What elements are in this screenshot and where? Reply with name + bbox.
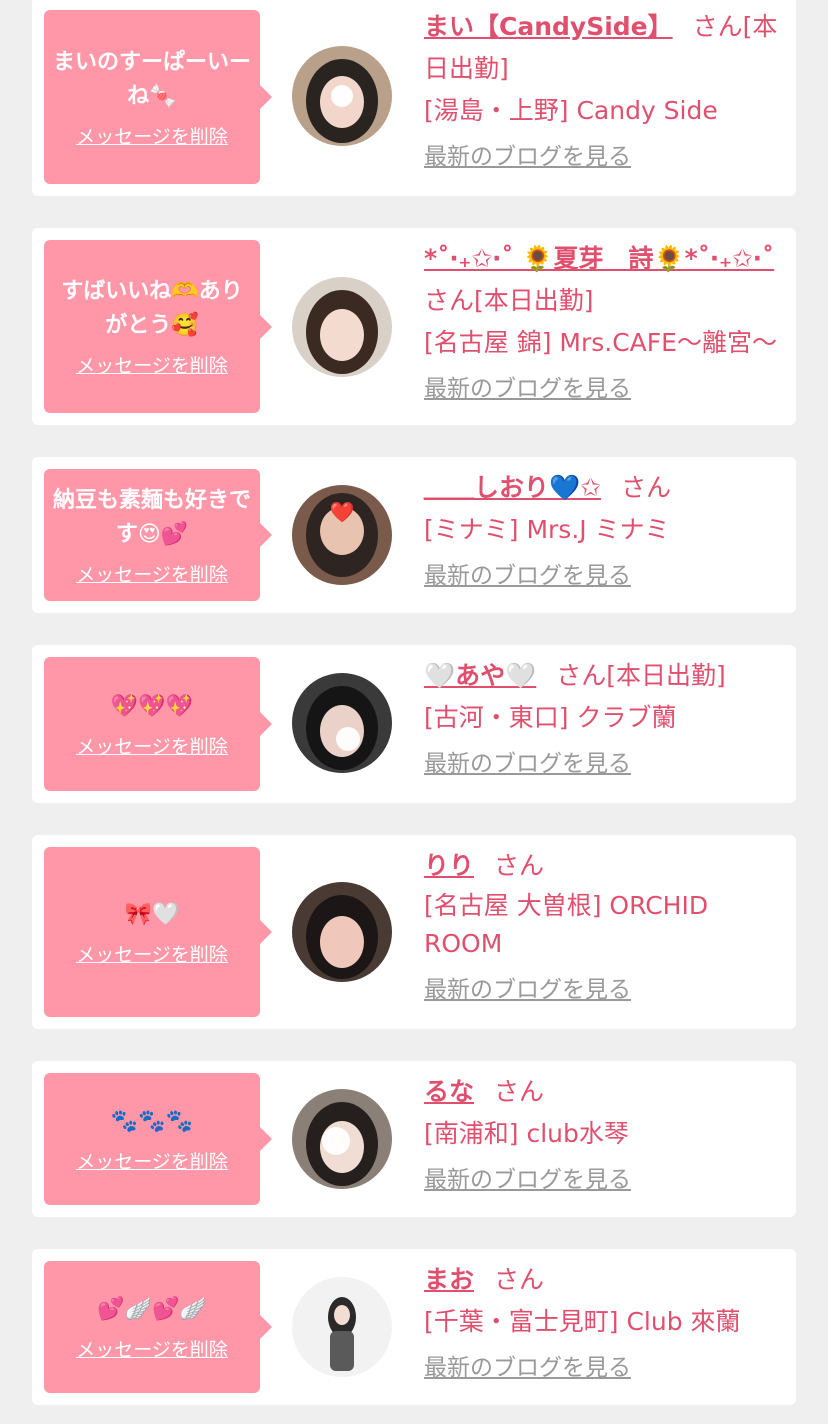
latest-blog-link[interactable]: 最新のブログを見る (424, 136, 631, 178)
cast-status: さん[本日出勤] (556, 661, 726, 690)
avatar-image (292, 1277, 392, 1377)
avatar-image (292, 882, 392, 982)
shop-name: [千葉・富士見町] Club 來蘭 (424, 1307, 741, 1336)
favorite-card: すばいいね🫶ありがとう🥰 メッセージを削除 *˚‧₊✩‧˚ 🌻夏芽 詩🌻*˚‧₊… (32, 228, 796, 425)
avatar[interactable] (292, 46, 392, 146)
cast-name-link[interactable]: 🤍あや🤍 (424, 661, 536, 690)
delete-message-link[interactable]: メッセージを削除 (76, 122, 228, 149)
latest-blog-link[interactable]: 最新のブログを見る (424, 368, 631, 410)
latest-blog-link[interactable]: 最新のブログを見る (424, 743, 631, 785)
shop-name: [名古屋 錦] Mrs.CAFE〜離宮〜 (424, 328, 777, 357)
favorite-card: 🎀🤍 メッセージを削除 りり さん [名古屋 大曽根] ORCHID ROOM 最… (32, 835, 796, 1029)
cast-status: さん (621, 473, 672, 502)
delete-message-link[interactable]: メッセージを削除 (76, 351, 228, 378)
avatar[interactable] (292, 882, 392, 982)
latest-blog-link[interactable]: 最新のブログを見る (424, 1159, 631, 1201)
avatar[interactable] (292, 1089, 392, 1189)
message-bubble: 💖💖💖 メッセージを削除 (44, 657, 272, 791)
delete-message-link[interactable]: メッセージを削除 (76, 1335, 228, 1362)
message-text: 💖💖💖 (110, 693, 194, 719)
cast-status: さん (494, 1265, 545, 1294)
cast-name-link[interactable]: まい【CandySide】 (424, 12, 673, 41)
favorite-card: まいのすーぱーいーね🍬 メッセージを削除 まい【CandySide】 さん[本日出… (32, 0, 796, 196)
latest-blog-link[interactable]: 最新のブログを見る (424, 1347, 631, 1389)
avatar-image (292, 1089, 392, 1189)
avatar-image: ❤️ (292, 485, 392, 585)
avatar[interactable] (292, 673, 392, 773)
message-text: 🐾🐾🐾 (110, 1108, 194, 1134)
cast-name-link[interactable]: *˚‧₊✩‧˚ 🌻夏芽 詩🌻*˚‧₊✩‧˚ (424, 244, 774, 273)
shop-name: [湯島・上野] Candy Side (424, 96, 718, 125)
avatar[interactable] (292, 277, 392, 377)
delete-message-link[interactable]: メッセージを削除 (76, 732, 228, 759)
cast-info: ＿＿しおり💙✩ さん [ミナミ] Mrs.J ミナミ 最新のブログを見る (424, 467, 784, 597)
message-bubble: 🐾🐾🐾 メッセージを削除 (44, 1073, 272, 1205)
cast-name-link[interactable]: るな (424, 1077, 474, 1106)
svg-text:❤️: ❤️ (330, 500, 355, 524)
shop-name: [ミナミ] Mrs.J ミナミ (424, 515, 670, 544)
cast-name-link[interactable]: ＿＿しおり💙✩ (424, 473, 601, 502)
message-bubble: 🎀🤍 メッセージを削除 (44, 847, 272, 1017)
message-text: まいのすーぱーいーね🍬 (52, 49, 251, 109)
avatar-image (292, 673, 392, 773)
cast-name-link[interactable]: りり (424, 851, 474, 880)
cast-info: まお さん [千葉・富士見町] Club 來蘭 最新のブログを見る (424, 1259, 784, 1389)
shop-name: [南浦和] club水琴 (424, 1119, 629, 1148)
message-bubble: 納豆も素麺も好きです😍💕 メッセージを削除 (44, 469, 272, 601)
avatar[interactable] (292, 1277, 392, 1377)
cast-name-link[interactable]: まお (424, 1265, 474, 1294)
message-bubble: 💕🪽💕🪽 メッセージを削除 (44, 1261, 272, 1393)
cast-info: 🤍あや🤍 さん[本日出勤] [古河・東口] クラブ蘭 最新のブログを見る (424, 655, 784, 785)
message-text: すばいいね🫶ありがとう🥰 (61, 279, 243, 338)
cast-status: さん (494, 1077, 545, 1106)
message-text: 💕🪽💕🪽 (97, 1296, 207, 1322)
delete-message-link[interactable]: メッセージを削除 (76, 940, 228, 967)
favorite-card: 💕🪽💕🪽 メッセージを削除 まお さん [千葉・富士見町] Club 來蘭 最新の… (32, 1249, 796, 1405)
avatar[interactable]: ❤️ (292, 485, 392, 585)
delete-message-link[interactable]: メッセージを削除 (76, 560, 228, 587)
avatar-image (292, 277, 392, 377)
latest-blog-link[interactable]: 最新のブログを見る (424, 969, 631, 1011)
cast-info: るな さん [南浦和] club水琴 最新のブログを見る (424, 1071, 784, 1201)
cast-info: りり さん [名古屋 大曽根] ORCHID ROOM 最新のブログを見る (424, 845, 784, 1011)
favorite-card: 🐾🐾🐾 メッセージを削除 るな さん [南浦和] club水琴 最新のブログを見る (32, 1061, 796, 1217)
message-bubble: すばいいね🫶ありがとう🥰 メッセージを削除 (44, 240, 272, 413)
cast-status: さん (494, 851, 545, 880)
favorite-card: 納豆も素麺も好きです😍💕 メッセージを削除 ❤️ ＿＿しおり💙✩ さん [ミナミ]… (32, 457, 796, 613)
message-text: 🎀🤍 (124, 901, 180, 927)
cast-info: *˚‧₊✩‧˚ 🌻夏芽 詩🌻*˚‧₊✩‧˚ さん[本日出勤] [名古屋 錦] M… (424, 238, 784, 410)
favorite-card: 💖💖💖 メッセージを削除 🤍あや🤍 さん[本日出勤] [古河・東口] クラブ蘭 最… (32, 645, 796, 803)
message-bubble: まいのすーぱーいーね🍬 メッセージを削除 (44, 10, 272, 184)
avatar-image (292, 46, 392, 146)
message-text: 納豆も素麺も好きです😍💕 (52, 487, 251, 547)
shop-name: [名古屋 大曽根] ORCHID ROOM (424, 891, 709, 958)
shop-name: [古河・東口] クラブ蘭 (424, 703, 677, 732)
cast-info: まい【CandySide】 さん[本日出勤] [湯島・上野] Candy Side… (424, 6, 784, 178)
cast-status: さん[本日出勤] (424, 286, 594, 315)
delete-message-link[interactable]: メッセージを削除 (76, 1147, 228, 1174)
latest-blog-link[interactable]: 最新のブログを見る (424, 555, 631, 597)
